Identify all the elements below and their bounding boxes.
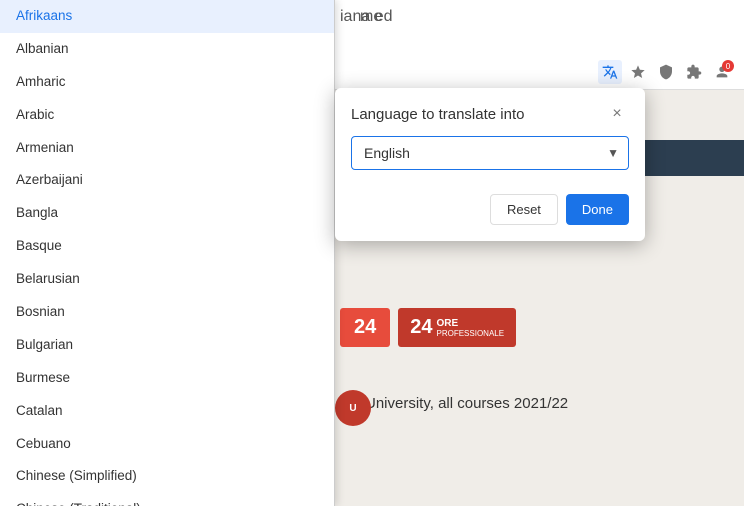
university-text: University, all courses 2021/22: [365, 395, 568, 412]
language-select-wrapper: Afrikaans Albanian Amharic Arabic Armeni…: [351, 136, 629, 170]
dialog-body: Afrikaans Albanian Amharic Arabic Armeni…: [335, 136, 645, 186]
language-item[interactable]: Bosnian: [0, 296, 334, 329]
language-item[interactable]: Chinese (Simplified): [0, 460, 334, 493]
language-item[interactable]: Azerbaijani: [0, 164, 334, 197]
language-item[interactable]: Bulgarian: [0, 329, 334, 362]
shield-icon[interactable]: [654, 60, 678, 84]
language-item[interactable]: Amharic: [0, 66, 334, 99]
logo-24-red: 24: [340, 308, 390, 347]
dialog-footer: Reset Done: [335, 186, 645, 241]
language-item[interactable]: Burmese: [0, 362, 334, 395]
language-item[interactable]: Cebuano: [0, 428, 334, 461]
profile-icon[interactable]: 0: [710, 60, 734, 84]
language-item[interactable]: Belarusian: [0, 263, 334, 296]
language-item[interactable]: Arabic: [0, 99, 334, 132]
dialog-header: Language to translate into ×: [335, 88, 645, 136]
dialog-title: Language to translate into: [351, 106, 524, 123]
dialog-close-button[interactable]: ×: [605, 102, 629, 126]
language-item[interactable]: Catalan: [0, 395, 334, 428]
translate-dialog: Language to translate into × Afrikaans A…: [335, 88, 645, 241]
reset-button[interactable]: Reset: [490, 194, 558, 225]
done-button[interactable]: Done: [566, 194, 629, 225]
language-item[interactable]: Chinese (Traditional): [0, 493, 334, 506]
profile-badge-count: 0: [722, 60, 734, 72]
language-item[interactable]: Albanian: [0, 33, 334, 66]
language-item[interactable]: Bangla: [0, 197, 334, 230]
translate-icon[interactable]: [598, 60, 622, 84]
logo-area: 24 24 ORE PROFESSIONALE: [340, 308, 516, 347]
browser-toolbar: 0: [598, 60, 734, 84]
language-item[interactable]: Basque: [0, 230, 334, 263]
language-item[interactable]: Armenian: [0, 132, 334, 165]
university-logo: U: [335, 390, 371, 426]
logo-ore: 24 ORE PROFESSIONALE: [398, 308, 516, 347]
language-item[interactable]: Afrikaans: [0, 0, 334, 33]
language-select[interactable]: Afrikaans Albanian Amharic Arabic Armeni…: [351, 136, 629, 170]
language-dropdown-list[interactable]: Afrikaans Albanian Amharic Arabic Armeni…: [0, 0, 335, 506]
bg-text-right: me: [360, 8, 382, 26]
star-icon[interactable]: [626, 60, 650, 84]
extensions-icon[interactable]: [682, 60, 706, 84]
